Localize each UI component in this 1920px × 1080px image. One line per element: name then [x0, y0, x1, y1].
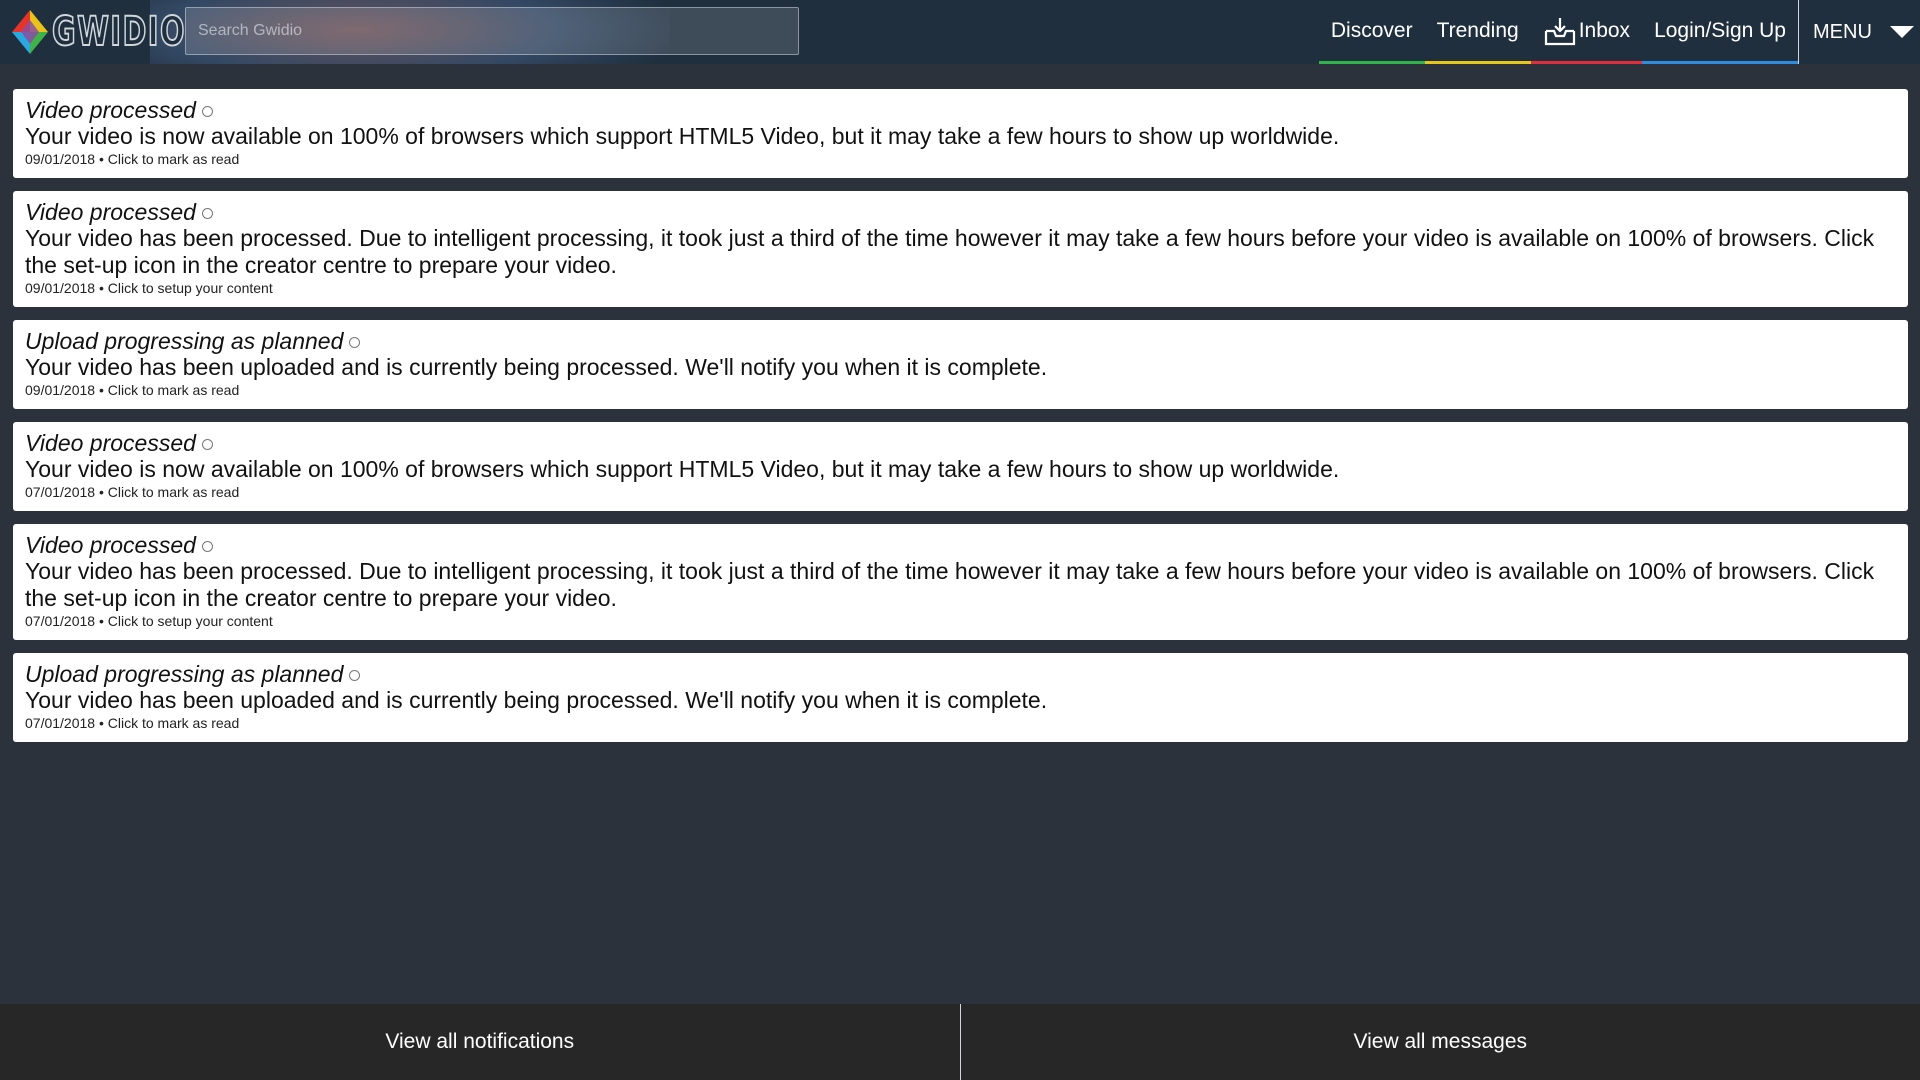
notification-body: Your video has been uploaded and is curr… — [25, 354, 1048, 380]
notification-meta: 07/01/2018 • Click to mark as read — [25, 484, 240, 500]
logo-wordmark: GWIDIO — [51, 8, 186, 56]
notification-title-row: Video processed — [25, 533, 1896, 558]
nav-login-label: Login/Sign Up — [1654, 18, 1786, 42]
notification-item[interactable]: Upload progressing as planned Your video… — [13, 320, 1908, 409]
notification-title: Video processed — [25, 97, 196, 123]
notification-title-row: Video processed — [25, 431, 1896, 456]
notification-meta: 07/01/2018 • Click to setup your content — [25, 613, 273, 629]
nav-login-signup[interactable]: Login/Sign Up — [1642, 0, 1798, 64]
notification-item[interactable]: Video processed Your video has been proc… — [13, 191, 1908, 307]
notification-item[interactable]: Upload progressing as planned Your video… — [13, 653, 1908, 742]
notification-title: Video processed — [25, 430, 196, 456]
notification-meta: 09/01/2018 • Click to mark as read — [25, 151, 240, 167]
nav-discover-label: Discover — [1330, 18, 1413, 42]
unread-circle-icon — [349, 670, 361, 681]
notification-body: Your video has been processed. Due to in… — [25, 225, 1875, 278]
logo-diamond-icon — [12, 10, 48, 54]
notification-item[interactable]: Video processed Your video is now availa… — [13, 422, 1908, 511]
notification-body: Your video is now available on 100% of b… — [25, 456, 1340, 482]
view-all-notifications-button[interactable]: View all notifications — [0, 1004, 960, 1080]
notification-item[interactable]: Video processed Your video has been proc… — [13, 524, 1908, 640]
notification-meta: 09/01/2018 • Click to mark as read — [25, 382, 240, 398]
unread-circle-icon — [201, 541, 213, 552]
unread-circle-icon — [201, 208, 213, 219]
top-navigation-bar: GWIDIO Discover Trending Inbox Login/Sig… — [0, 0, 1920, 64]
nav-inbox[interactable]: Inbox — [1530, 0, 1643, 64]
chevron-down-icon — [1889, 26, 1914, 38]
notification-title: Upload progressing as planned — [25, 661, 344, 687]
notification-title-row: Video processed — [25, 200, 1896, 225]
notification-body: Your video has been uploaded and is curr… — [25, 687, 1048, 713]
nav-discover[interactable]: Discover — [1318, 0, 1425, 64]
notification-list: Video processed Your video is now availa… — [13, 89, 1908, 755]
bottom-action-bar: View all notifications View all messages — [0, 1004, 1920, 1080]
notification-title-row: Upload progressing as planned — [25, 662, 1896, 687]
main-nav: Discover Trending Inbox Login/Sign Up ME… — [1318, 0, 1920, 64]
notification-meta: 07/01/2018 • Click to mark as read — [25, 715, 240, 731]
nav-inbox-label: Inbox — [1578, 18, 1631, 42]
view-all-messages-label: View all messages — [1353, 1030, 1528, 1053]
notification-title: Video processed — [25, 199, 196, 225]
notification-meta: 09/01/2018 • Click to setup your content — [25, 280, 273, 296]
view-all-messages-button[interactable]: View all messages — [961, 1004, 1920, 1080]
unread-circle-icon — [201, 439, 213, 450]
notification-title-row: Upload progressing as planned — [25, 329, 1896, 354]
nav-trending[interactable]: Trending — [1424, 0, 1531, 64]
nav-trending-label: Trending — [1436, 18, 1519, 42]
view-all-notifications-label: View all notifications — [385, 1030, 575, 1053]
notification-body: Your video is now available on 100% of b… — [25, 123, 1340, 149]
notification-title: Upload progressing as planned — [25, 328, 344, 354]
search-input[interactable] — [185, 7, 799, 55]
menu-label: MENU — [1813, 20, 1872, 43]
unread-circle-icon — [349, 337, 361, 348]
menu-dropdown[interactable]: MENU — [1798, 0, 1920, 64]
unread-circle-icon — [201, 106, 213, 117]
notification-body: Your video has been processed. Due to in… — [25, 558, 1875, 611]
inbox-tray-icon — [1544, 17, 1575, 45]
notification-title: Video processed — [25, 532, 196, 558]
notification-title-row: Video processed — [25, 98, 1896, 123]
notification-item[interactable]: Video processed Your video is now availa… — [13, 89, 1908, 178]
